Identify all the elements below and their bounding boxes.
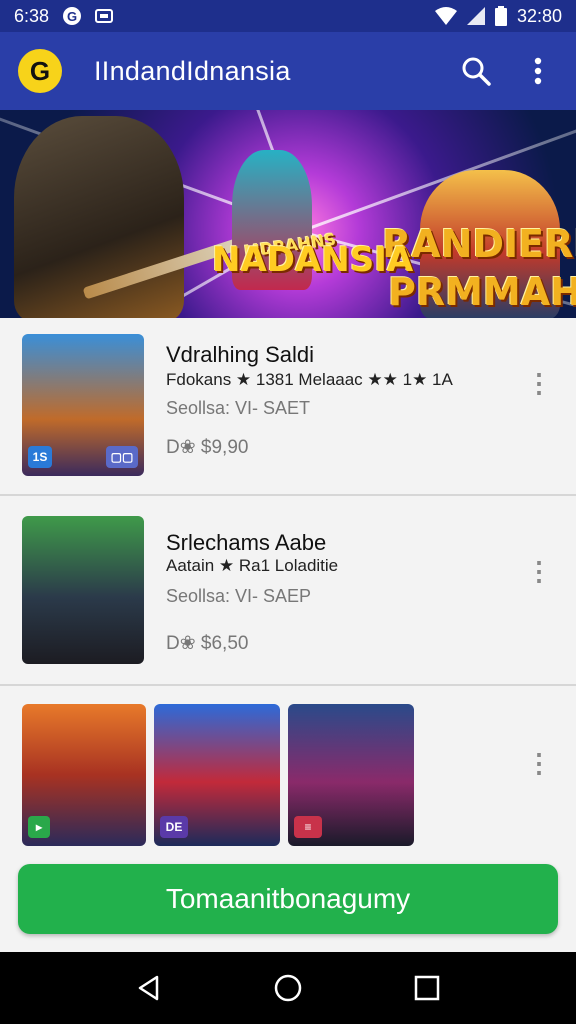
banner-headline-2: PRMMAH: [388, 270, 576, 314]
app-title: IIndandIdnansia: [94, 55, 291, 86]
status-bar: 6:38 G 32:80: [0, 0, 576, 32]
app-logo[interactable]: G: [18, 49, 62, 93]
promo-banner[interactable]: MDRAHNS RANDIERI PRMMAH NADANSIA: [0, 110, 576, 318]
game-price: D❀ $9,90: [166, 437, 249, 458]
thumb-tag: DE: [160, 816, 188, 838]
thumb-tag: ▸: [28, 816, 50, 838]
game-thumbnail[interactable]: 1S ▢▢: [22, 334, 144, 476]
system-nav-bar: [0, 952, 576, 1024]
search-icon[interactable]: [456, 51, 496, 91]
game-title: Srlechams Aabe: [166, 530, 327, 555]
game-thumbnail[interactable]: DE: [154, 704, 280, 846]
signal-icon: [466, 7, 485, 25]
thumb-tag: ≡: [294, 816, 322, 838]
recents-icon[interactable]: [407, 968, 447, 1008]
status-time-left: 6:38: [14, 5, 50, 26]
game-meta: Aatain ★ Ra1 Loladitie: [166, 556, 339, 575]
thumb-tag: 1S: [28, 446, 52, 468]
app-bar: G IIndandIdnansia: [0, 32, 576, 110]
game-title: Vdralhing Saldi: [166, 342, 314, 367]
message-icon: [95, 9, 114, 23]
game-price: D❀ $6,50: [166, 633, 249, 654]
thumb-tag: ▢▢: [106, 446, 138, 468]
home-icon[interactable]: [268, 968, 308, 1008]
wifi-icon: [434, 7, 457, 25]
back-icon[interactable]: [129, 968, 169, 1008]
cta-area: Tomaanitbonagumy: [0, 848, 576, 952]
item-more-icon[interactable]: ⋮: [526, 558, 552, 584]
game-list-item[interactable]: Srlechams Aabe Aatain ★ Ra1 Loladitie Se…: [0, 496, 576, 686]
item-more-icon[interactable]: ⋮: [526, 370, 552, 396]
item-more-icon[interactable]: ⋮: [526, 750, 552, 776]
battery-icon: [494, 6, 507, 26]
banner-center-text: NADANSIA: [212, 240, 414, 280]
game-thumbnail[interactable]: ▸: [22, 704, 146, 846]
game-thumb-row[interactable]: ▸ DE ≡ ⋮: [0, 686, 576, 848]
game-thumbnail[interactable]: [22, 516, 144, 664]
game-meta: Fdokans ★ 1381 Melaaac ★★ 1★ 1A: [166, 370, 453, 389]
app-notification-icon: G: [63, 7, 82, 25]
game-list-item[interactable]: 1S ▢▢ Vdralhing Saldi Fdokans ★ 1381 Mel…: [0, 318, 576, 496]
game-subtitle: Seollsa: VI- SAET: [166, 398, 311, 418]
more-vert-icon[interactable]: [518, 51, 558, 91]
game-thumbnail[interactable]: ≡: [288, 704, 414, 846]
game-subtitle: Seollsa: VI- SAEP: [166, 586, 312, 606]
status-time-right: 32:80: [516, 5, 562, 26]
primary-cta-button[interactable]: Tomaanitbonagumy: [18, 864, 558, 934]
